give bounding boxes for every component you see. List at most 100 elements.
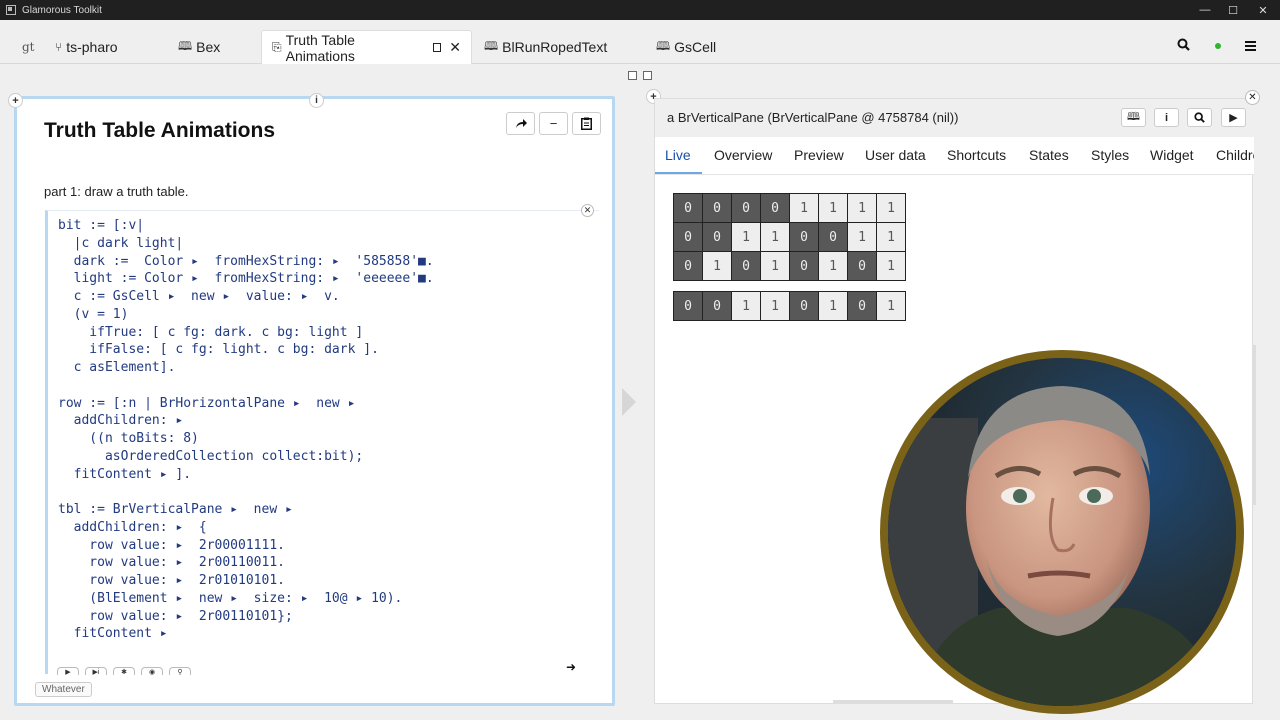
collapse-button[interactable]: − (539, 112, 568, 135)
gs-cell[interactable]: 0 (673, 291, 703, 321)
close-tab-icon[interactable]: ✕ (449, 39, 461, 56)
code-line: (v = 1) (58, 306, 129, 322)
minimize-button[interactable]: — (1190, 0, 1220, 20)
info-icon[interactable]: i (1154, 108, 1179, 127)
gs-cell[interactable]: 1 (818, 291, 848, 321)
link-icon[interactable]: ⚲ (169, 667, 191, 676)
gs-cell[interactable]: 0 (760, 193, 790, 223)
gs-cell[interactable]: 1 (818, 251, 848, 281)
run-inspect-icon[interactable]: ▶i (85, 667, 107, 676)
git-branch-icon: ⑂ (55, 40, 63, 54)
tab-label: GsCell (674, 39, 717, 55)
code-line: ifFalse: [ c fg: light. c bg: dark ]. (58, 342, 379, 358)
tab-ts-pharo[interactable]: ⑂ ts-pharo (45, 30, 128, 64)
gs-cell[interactable]: 0 (818, 222, 848, 252)
gs-cell[interactable]: 1 (876, 291, 906, 321)
code-line: ((n toBits: 8) (58, 431, 199, 446)
tab-widget[interactable]: Widget (1150, 147, 1194, 163)
tab-label: BlRunRopedText (502, 39, 608, 55)
tab-bex[interactable]: 🕮 Bex (168, 30, 230, 64)
gs-cell[interactable]: 1 (876, 251, 906, 281)
profile-icon[interactable]: ◉ (141, 667, 163, 676)
tab-children[interactable]: Children (1216, 147, 1254, 163)
snippet-type-label[interactable]: Whatever (35, 682, 92, 697)
go-arrow-icon[interactable]: ➜ (566, 660, 576, 674)
code-line: light := Color ▸ fromHexString: ▸ 'eeeee… (58, 271, 434, 287)
split-right-icon[interactable] (643, 71, 652, 80)
gs-cell[interactable]: 1 (731, 291, 761, 321)
gs-cell[interactable]: 0 (673, 251, 703, 281)
menu-icon[interactable] (1245, 38, 1256, 54)
gs-cell[interactable]: 1 (760, 291, 790, 321)
gs-cell[interactable]: 1 (789, 193, 819, 223)
code-line: c asElement]. (58, 360, 176, 375)
gs-cell[interactable]: 0 (789, 291, 819, 321)
gs-cell[interactable]: 1 (760, 251, 790, 281)
tab-user-data[interactable]: User data (865, 147, 926, 163)
book-icon: 🕮 (178, 38, 193, 53)
gs-cell[interactable]: 1 (847, 193, 877, 223)
book-icon[interactable]: 🕮 (1121, 108, 1146, 127)
share-button[interactable] (506, 112, 535, 135)
code-line: asOrderedCollection collect:bit); (58, 448, 364, 464)
gs-cell[interactable]: 0 (702, 291, 732, 321)
gs-cell[interactable]: 0 (673, 222, 703, 252)
vertical-scrollbar[interactable] (1253, 345, 1256, 505)
tab-states[interactable]: States (1029, 147, 1069, 163)
close-snippet-icon[interactable]: ✕ (581, 204, 594, 217)
gs-cell[interactable]: 0 (789, 251, 819, 281)
search-icon[interactable] (1177, 38, 1190, 54)
tab-styles[interactable]: Styles (1091, 147, 1129, 163)
code-line: fitContent ▸ (58, 626, 168, 642)
info-icon[interactable]: i (309, 93, 324, 108)
gs-cell[interactable]: 1 (702, 251, 732, 281)
maximize-button[interactable]: ☐ (1218, 0, 1248, 20)
gs-cell[interactable]: 0 (673, 193, 703, 223)
table-row: 00001111 (673, 193, 906, 223)
gs-cell[interactable]: 0 (847, 251, 877, 281)
code-snippet-editor[interactable]: bit := [:v| |c dark light| dark := Color… (45, 210, 599, 674)
close-window-button[interactable]: ✕ (1248, 0, 1278, 20)
gs-cell[interactable]: 0 (731, 251, 761, 281)
horizontal-scrollbar[interactable] (833, 700, 953, 703)
play-icon[interactable]: ▶ (1221, 108, 1246, 127)
gs-cell[interactable]: 0 (731, 193, 761, 223)
gs-cell[interactable]: 1 (760, 222, 790, 252)
tab-preview[interactable]: Preview (794, 147, 844, 163)
gs-cell[interactable]: 1 (876, 222, 906, 252)
code-line: bit := [:v| (58, 218, 145, 233)
inspector-header: a BrVerticalPane (BrVerticalPane @ 47587… (655, 99, 1254, 137)
debug-icon[interactable]: ✱ (113, 667, 135, 676)
active-tab-underline (655, 172, 702, 174)
run-icon[interactable]: ▶ (57, 667, 79, 676)
tab-truth-table-animations[interactable]: ⎘ Truth Table Animations ✕ (261, 30, 472, 64)
code-text[interactable]: bit := [:v| |c dark light| dark := Color… (58, 217, 434, 643)
add-page-left-icon[interactable]: + (8, 93, 23, 108)
gs-cell[interactable]: 0 (847, 291, 877, 321)
maximize-tab-icon[interactable] (432, 43, 442, 52)
tab-blrunropedtext[interactable]: 🕮 BlRunRopedText (474, 30, 617, 64)
close-pane-icon[interactable]: ✕ (1245, 90, 1260, 105)
gs-cell[interactable]: 0 (789, 222, 819, 252)
tab-gscell[interactable]: 🕮 GsCell (646, 30, 726, 64)
code-line: (BlElement ▸ new ▸ size: ▸ 10@ ▸ 10). (58, 590, 403, 606)
code-line: row value: ▸ 2r00110101}; (58, 608, 293, 624)
split-left-icon[interactable] (628, 71, 637, 80)
gs-cell[interactable]: 1 (731, 222, 761, 252)
tab-live[interactable]: Live (665, 147, 691, 163)
search-icon[interactable] (1187, 108, 1212, 127)
clipboard-button[interactable] (572, 112, 601, 135)
gs-cell[interactable]: 0 (702, 222, 732, 252)
expand-arrow-icon[interactable] (622, 388, 636, 416)
gs-cell[interactable]: 1 (818, 193, 848, 223)
tab-overview[interactable]: Overview (714, 147, 772, 163)
tab-gt[interactable]: gt (12, 30, 45, 64)
gs-cell[interactable]: 1 (847, 222, 877, 252)
gs-cell[interactable]: 1 (876, 193, 906, 223)
tab-shortcuts[interactable]: Shortcuts (947, 147, 1006, 163)
code-line: row value: ▸ 2r00110011. (58, 555, 285, 571)
book-icon: 🕮 (484, 38, 499, 53)
gs-cell[interactable]: 0 (702, 193, 732, 223)
